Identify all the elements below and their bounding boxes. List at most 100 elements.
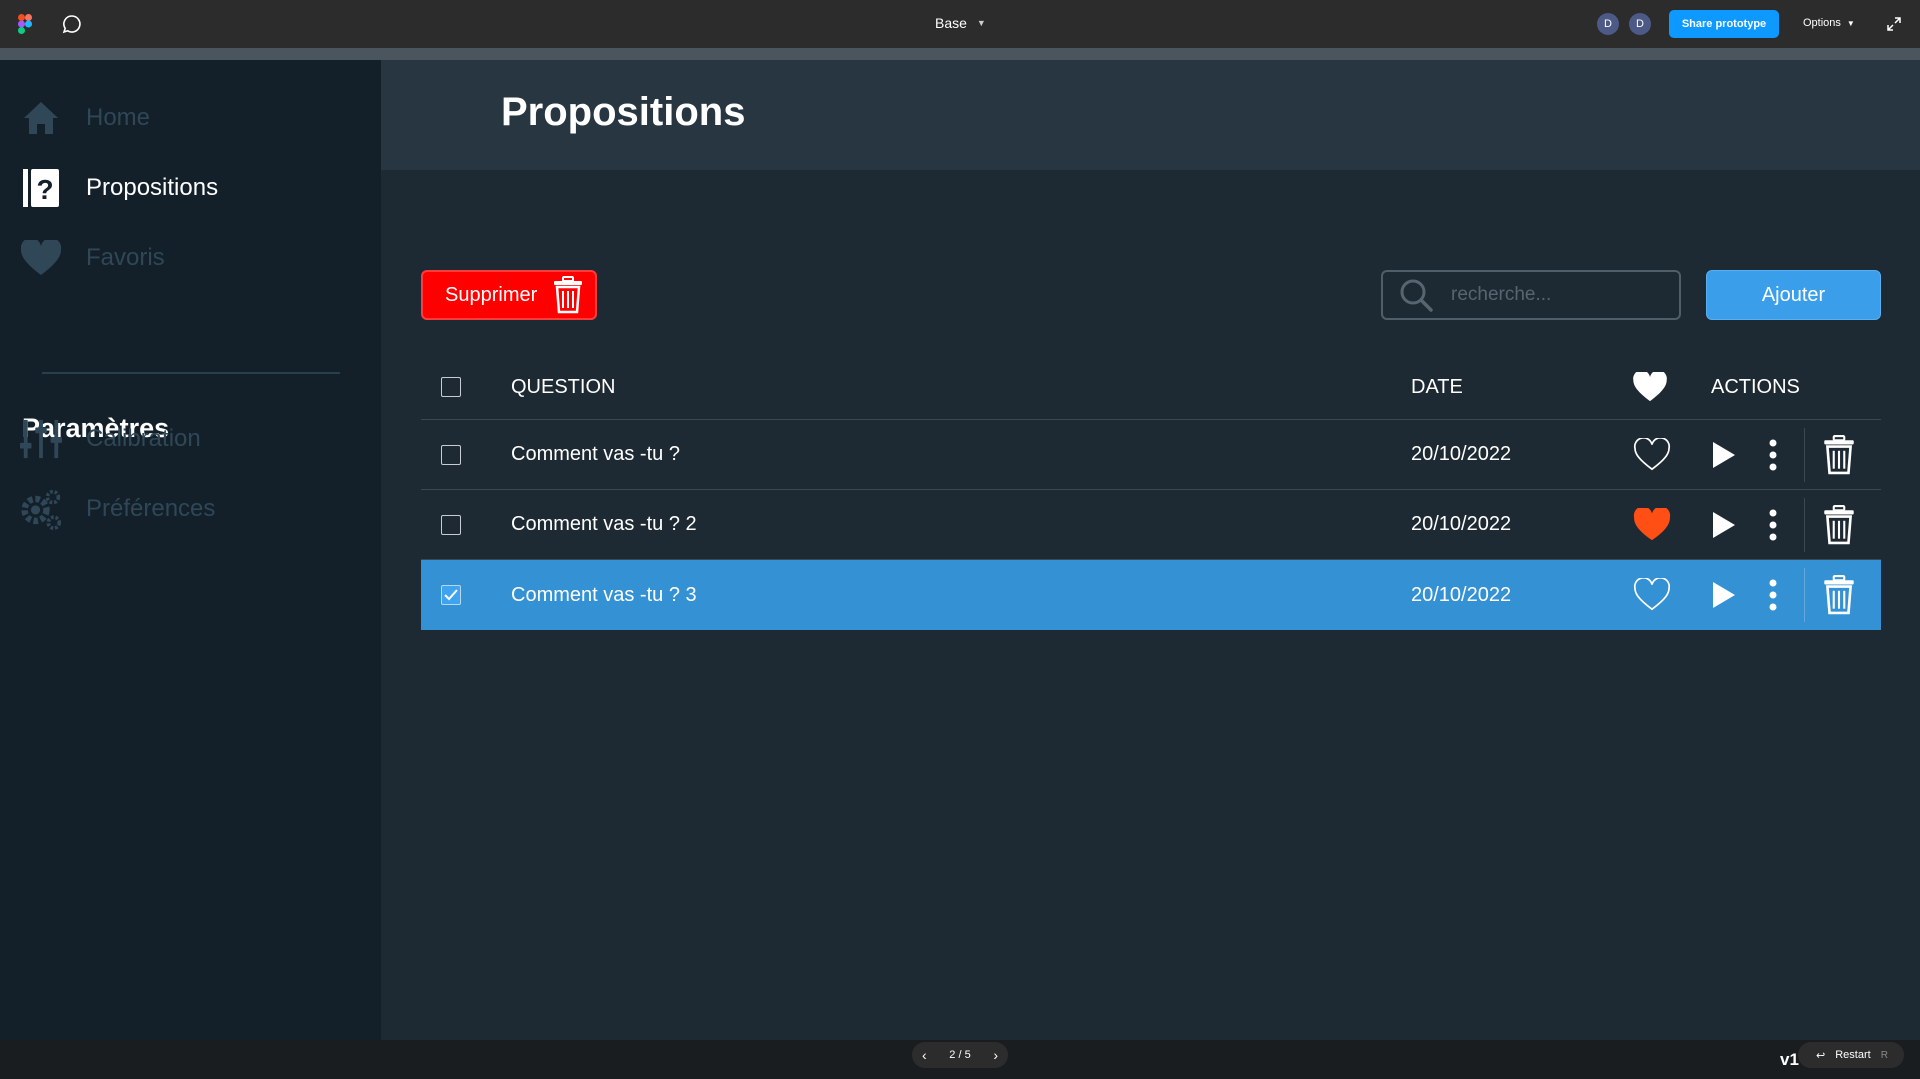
favorite-toggle[interactable]: [1633, 420, 1671, 489]
play-icon: [1713, 441, 1735, 468]
more-options-button[interactable]: [1769, 560, 1777, 630]
question-text: Comment vas -tu ? 2: [511, 513, 697, 535]
heart-outline-icon: [1633, 578, 1671, 611]
add-button[interactable]: Ajouter: [1706, 270, 1881, 320]
question-text: Comment vas -tu ?: [511, 443, 680, 465]
search-field[interactable]: [1381, 270, 1681, 320]
play-button[interactable]: [1711, 420, 1737, 489]
avatar[interactable]: D: [1629, 13, 1651, 35]
favorite-toggle[interactable]: [1633, 490, 1671, 559]
select-all-cell: [441, 355, 461, 419]
trash-icon: [1824, 434, 1854, 474]
trash-icon: [1824, 575, 1854, 615]
search-input[interactable]: [1451, 284, 1651, 306]
table-header-row: QUESTION DATE ACTIONS: [421, 355, 1881, 420]
sidebar-item-home[interactable]: Home: [20, 97, 150, 139]
row-delete-button[interactable]: [1823, 560, 1855, 630]
restart-icon: ↩: [1816, 1049, 1826, 1062]
comment-icon[interactable]: [62, 14, 82, 34]
row-delete-button[interactable]: [1823, 420, 1855, 489]
sidebar-item-label: Préférences: [86, 495, 216, 522]
actions-divider: [1804, 428, 1805, 482]
play-icon: [1713, 511, 1735, 538]
question-book-icon: ?: [20, 167, 62, 209]
play-button[interactable]: [1711, 490, 1737, 559]
trash-icon: [554, 276, 583, 314]
row-check-cell: [441, 420, 461, 489]
date-text: 20/10/2022: [1411, 513, 1512, 535]
date-text: 20/10/2022: [1411, 443, 1512, 465]
sidebar-item-label: Favoris: [86, 244, 165, 271]
expand-icon[interactable]: [1886, 16, 1902, 32]
share-prototype-button[interactable]: Share prototype: [1669, 10, 1779, 38]
heart-icon: [20, 237, 62, 279]
question-text: Comment vas -tu ? 3: [511, 583, 697, 606]
sidebar-item-label: Propositions: [86, 174, 219, 201]
date-text: 20/10/2022: [1411, 583, 1512, 606]
version-label: v1: [1780, 1050, 1799, 1069]
sidebar-item-calibration[interactable]: Calibration: [20, 418, 201, 460]
sidebar-item-propositions[interactable]: ? Propositions: [20, 167, 218, 209]
more-options-button[interactable]: [1769, 490, 1777, 559]
row-check-cell: [441, 560, 461, 630]
figma-toolbar: Base ▼ D D Share prototype Options ▼: [0, 0, 1920, 48]
row-checkbox-checked[interactable]: [441, 585, 461, 605]
table-row[interactable]: Comment vas -tu ? 2 20/10/2022: [421, 490, 1881, 560]
heart-outline-icon: [1633, 437, 1671, 470]
more-vertical-icon: [1769, 509, 1777, 540]
column-header-question[interactable]: QUESTION: [511, 355, 615, 419]
svg-text:?: ?: [36, 174, 53, 205]
chevron-right-icon[interactable]: ›: [993, 1047, 998, 1063]
select-all-checkbox[interactable]: [441, 377, 461, 397]
more-vertical-icon: [1769, 439, 1777, 470]
chevron-down-icon: ▼: [1846, 18, 1855, 28]
sidebar-divider: [42, 372, 340, 374]
heart-filled-icon: [1633, 507, 1671, 540]
delete-button-label: Supprimer: [445, 283, 538, 306]
chevron-down-icon: ▼: [976, 18, 986, 28]
column-header-favorite[interactable]: [1633, 355, 1667, 419]
home-icon: [20, 97, 62, 139]
trash-icon: [1824, 504, 1854, 544]
row-checkbox[interactable]: [441, 514, 461, 535]
options-menu[interactable]: Options ▼: [1803, 17, 1855, 29]
row-check-cell: [441, 490, 461, 559]
gears-icon: [20, 488, 62, 530]
column-header-actions: ACTIONS: [1711, 375, 1800, 398]
restart-label: Restart: [1835, 1049, 1871, 1061]
frame-top-strip: [0, 48, 1920, 60]
figma-logo-icon[interactable]: [18, 14, 32, 34]
actions-divider: [1804, 568, 1805, 622]
avatar[interactable]: D: [1597, 13, 1619, 35]
sidebar-item-favoris[interactable]: Favoris: [20, 237, 165, 279]
row-checkbox[interactable]: [441, 444, 461, 465]
play-button[interactable]: [1711, 560, 1737, 630]
restart-shortcut: R: [1880, 1049, 1888, 1061]
table-row-selected[interactable]: Comment vas -tu ? 3 20/10/2022: [421, 560, 1881, 630]
column-header-date[interactable]: DATE: [1411, 355, 1463, 419]
propositions-table: QUESTION DATE ACTIONS Comment vas -tu ? …: [421, 355, 1881, 630]
options-label: Options: [1803, 17, 1841, 29]
sidebar-item-preferences[interactable]: Préférences: [20, 488, 215, 530]
pager-label: 2 / 5: [949, 1049, 971, 1061]
table-row[interactable]: Comment vas -tu ? 20/10/2022: [421, 420, 1881, 490]
delete-button[interactable]: Supprimer: [421, 270, 597, 320]
file-title: Base: [935, 15, 967, 31]
chevron-left-icon[interactable]: ‹: [922, 1047, 927, 1063]
sliders-icon: [20, 418, 62, 460]
more-options-button[interactable]: [1769, 420, 1777, 489]
page-title: Propositions: [501, 90, 746, 134]
sidebar-item-label: Home: [86, 104, 151, 131]
file-title-dropdown[interactable]: Base ▼: [935, 15, 986, 31]
actions-divider: [1804, 498, 1805, 552]
check-icon: [444, 589, 458, 601]
row-delete-button[interactable]: [1823, 490, 1855, 559]
sidebar-item-label: Calibration: [86, 425, 201, 452]
more-vertical-icon: [1769, 579, 1777, 611]
prototype-pager: ‹ 2 / 5 ›: [912, 1042, 1008, 1068]
restart-button[interactable]: ↩ Restart R: [1798, 1042, 1904, 1068]
heart-icon: [1633, 372, 1667, 402]
favorite-toggle[interactable]: [1633, 560, 1671, 630]
play-icon: [1713, 582, 1735, 608]
sidebar: Home ? Propositions Favoris Paramètres C…: [0, 60, 381, 1040]
